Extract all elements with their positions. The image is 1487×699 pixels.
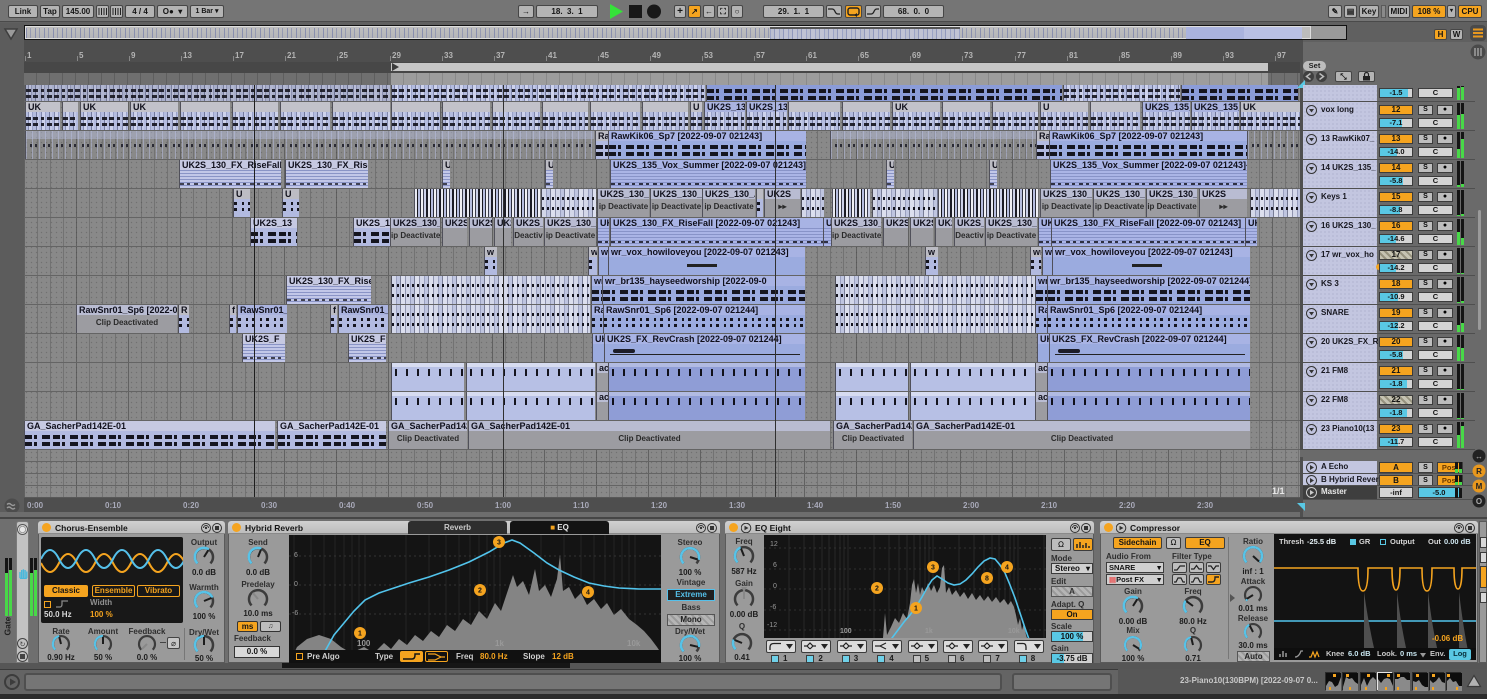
svg-text:3: 3 bbox=[931, 565, 935, 572]
svg-text:↔: ↔ bbox=[1475, 452, 1483, 461]
svg-text:2: 2 bbox=[875, 586, 879, 593]
svg-text:4: 4 bbox=[1005, 565, 1009, 572]
svg-text:4: 4 bbox=[586, 590, 590, 597]
svg-text:R: R bbox=[1476, 467, 1482, 476]
svg-text:8: 8 bbox=[985, 576, 989, 583]
svg-text:1: 1 bbox=[358, 631, 362, 638]
svg-text:2: 2 bbox=[478, 588, 482, 595]
svg-text:M: M bbox=[1476, 482, 1483, 491]
svg-text:↻: ↻ bbox=[20, 642, 26, 649]
svg-text:3: 3 bbox=[497, 540, 501, 547]
svg-text:O: O bbox=[1476, 497, 1482, 506]
svg-text:1: 1 bbox=[914, 606, 918, 613]
